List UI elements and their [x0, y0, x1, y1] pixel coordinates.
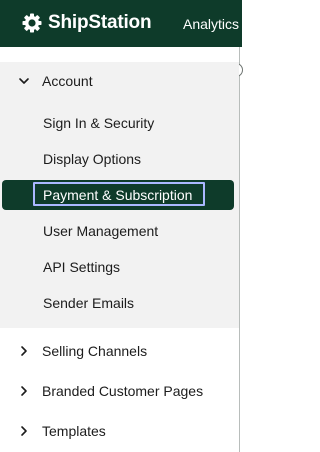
sidebar-section-selling-channels[interactable]: Selling Channels — [0, 336, 239, 366]
sidebar-item-user-management[interactable]: User Management — [0, 217, 239, 245]
brand-name: ShipStation — [48, 12, 152, 33]
section-label: Selling Channels — [42, 343, 148, 359]
chevron-right-icon — [18, 425, 30, 437]
sidebar-item-label: API Settings — [43, 259, 121, 275]
section-label: Branded Customer Pages — [42, 383, 204, 399]
sidebar-item-sender-emails[interactable]: Sender Emails — [0, 289, 239, 317]
sidebar-item-api-settings[interactable]: API Settings — [0, 253, 239, 281]
sidebar-item-payment-subscription[interactable]: Payment & Subscription — [2, 180, 234, 210]
account-section-header[interactable]: Account — [0, 66, 239, 96]
chevron-down-icon — [18, 75, 30, 87]
sidebar-item-label: User Management — [43, 223, 159, 239]
sidebar-item-label: Display Options — [43, 151, 142, 167]
sidebar-item-label: Sender Emails — [43, 295, 135, 311]
chevron-right-icon — [18, 345, 30, 357]
sidebar-section-templates[interactable]: Templates — [0, 416, 239, 446]
sidebar-item-sign-in-security[interactable]: Sign In & Security — [0, 109, 239, 137]
account-section-label: Account — [42, 73, 93, 89]
sidebar-section-branded-customer-pages[interactable]: Branded Customer Pages — [0, 376, 239, 406]
top-navigation-bar: ShipStation Analytics — [0, 0, 242, 47]
sidebar-item-display-options[interactable]: Display Options — [0, 145, 239, 173]
nav-link-analytics[interactable]: Analytics — [183, 15, 239, 33]
account-section: Account Sign In & Security Display Optio… — [0, 62, 239, 328]
shipstation-logo[interactable]: ShipStation — [22, 11, 152, 35]
sidebar-item-label: Payment & Subscription — [43, 187, 193, 203]
section-label: Templates — [42, 423, 106, 439]
shipstation-gear-logo-icon — [22, 13, 42, 33]
settings-sidebar: Account Sign In & Security Display Optio… — [0, 47, 239, 452]
sidebar-divider — [239, 47, 240, 452]
chevron-right-icon — [18, 385, 30, 397]
sidebar-item-label: Sign In & Security — [43, 115, 155, 131]
